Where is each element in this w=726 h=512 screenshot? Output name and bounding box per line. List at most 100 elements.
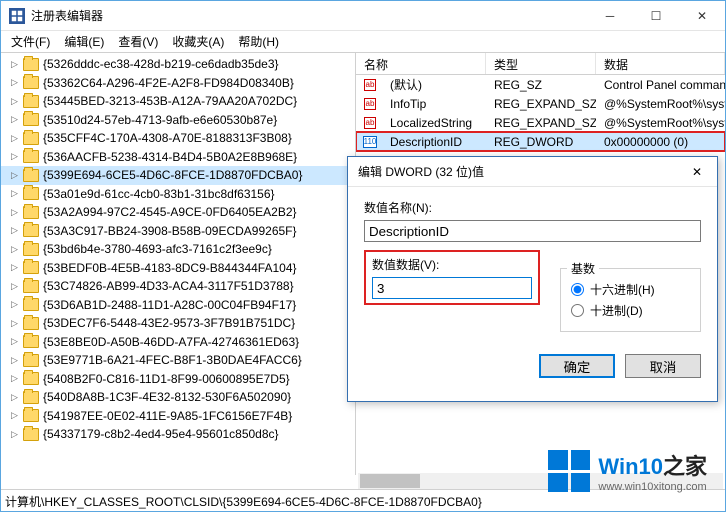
expander-icon[interactable]: ▷: [11, 114, 21, 125]
tree-item[interactable]: ▷ {53A2A994-97C2-4545-A9CE-0FD6405EA2B2}: [1, 203, 355, 222]
list-header: 名称 类型 数据: [356, 53, 725, 75]
expander-icon[interactable]: ▷: [11, 373, 21, 384]
expander-icon[interactable]: ▷: [11, 96, 21, 107]
folder-icon: [23, 169, 39, 182]
value-name: InfoTip: [382, 97, 486, 111]
tree-item[interactable]: ▷ {53E9771B-6A21-4FEC-B8F1-3B0DAE4FACC6}: [1, 351, 355, 370]
tree-item[interactable]: ▷{53510d24-57eb-4713-9afb-e6e60530b87e}: [1, 111, 355, 130]
data-label: 数值数据(V):: [372, 256, 532, 273]
menu-file[interactable]: 文件(F): [5, 31, 56, 52]
list-row[interactable]: ab(默认)REG_SZControl Panel command: [356, 75, 725, 94]
tree-item[interactable]: ▷{53A3C917-BB24-3908-B58B-09ECDA99265F}: [1, 222, 355, 241]
tree-item[interactable]: ▷ {53DEC7F6-5448-43E2-9573-3F7B91B751DC}: [1, 314, 355, 333]
value-type: REG_SZ: [486, 78, 596, 92]
expander-icon[interactable]: ▷: [11, 151, 21, 162]
tree-item[interactable]: ▷{5399E694-6CE5-4D6C-8FCE-1D8870FDCBA0}: [1, 166, 355, 185]
tree-item[interactable]: ▷{536AACFB-5238-4314-B4D4-5B0A2E8B968E}: [1, 148, 355, 167]
expander-icon[interactable]: ▷: [11, 429, 21, 440]
tree-item[interactable]: ▷{53D6AB1D-2488-11D1-A28C-00C04FB94F17}: [1, 296, 355, 315]
folder-icon: [23, 317, 39, 330]
expander-icon[interactable]: ▷: [11, 59, 21, 70]
col-data[interactable]: 数据: [596, 53, 725, 74]
expander-icon[interactable]: ▷: [11, 188, 21, 199]
folder-icon: [23, 95, 39, 108]
titlebar: 注册表编辑器 ─ ☐ ✕: [1, 1, 725, 31]
ok-button[interactable]: 确定: [539, 354, 615, 378]
expander-icon[interactable]: ▷: [11, 244, 21, 255]
expander-icon[interactable]: ▷: [11, 262, 21, 273]
tree-item-label: {541987EE-0E02-411E-9A85-1FC6156E7F4B}: [43, 409, 292, 423]
tree-item[interactable]: ▷{53C74826-AB99-4D33-ACA4-3117F51D3788}: [1, 277, 355, 296]
tree-item-label: {53DEC7F6-5448-43E2-9573-3F7B91B751DC}: [43, 316, 295, 330]
folder-icon: [23, 224, 39, 237]
expander-icon[interactable]: ▷: [11, 207, 21, 218]
dialog-titlebar[interactable]: 编辑 DWORD (32 位)值 ✕: [348, 157, 717, 187]
expander-icon[interactable]: ▷: [11, 299, 21, 310]
tree-item[interactable]: ▷{53a01e9d-61cc-4cb0-83b1-31bc8df63156}: [1, 185, 355, 204]
dialog-title: 编辑 DWORD (32 位)值: [358, 163, 677, 180]
scrollbar-thumb[interactable]: [360, 474, 420, 488]
tree-item-label: {53bd6b4e-3780-4693-afc3-7161c2f3ee9c}: [43, 242, 272, 256]
expander-icon[interactable]: ▷: [11, 77, 21, 88]
expander-icon[interactable]: ▷: [11, 336, 21, 347]
maximize-button[interactable]: ☐: [633, 1, 679, 31]
expander-icon[interactable]: ▷: [11, 410, 21, 421]
tree-item-label: {53E9771B-6A21-4FEC-B8F1-3B0DAE4FACC6}: [43, 353, 302, 367]
value-type: REG_EXPAND_SZ: [486, 97, 596, 111]
tree-item[interactable]: ▷{535CFF4C-170A-4308-A70E-8188313F3B08}: [1, 129, 355, 148]
window-title: 注册表编辑器: [31, 7, 587, 24]
minimize-button[interactable]: ─: [587, 1, 633, 31]
tree-item[interactable]: ▷ {53445BED-3213-453B-A12A-79AA20A702DC}: [1, 92, 355, 111]
value-type-icon: 110: [362, 134, 378, 150]
radio-dec[interactable]: 十进制(D): [571, 302, 690, 319]
value-data: @%SystemRoot%\syster: [596, 97, 725, 111]
tree-item[interactable]: ▷ {541987EE-0E02-411E-9A85-1FC6156E7F4B}: [1, 407, 355, 426]
data-field[interactable]: [372, 277, 532, 299]
expander-icon[interactable]: ▷: [11, 170, 21, 181]
tree-item[interactable]: ▷{5408B2F0-C816-11D1-8F99-00600895E7D5}: [1, 370, 355, 389]
col-type[interactable]: 类型: [486, 53, 596, 74]
radio-hex[interactable]: 十六进制(H): [571, 281, 690, 298]
radio-hex-input[interactable]: [571, 283, 584, 296]
menu-help[interactable]: 帮助(H): [232, 31, 285, 52]
list-row[interactable]: abInfoTipREG_EXPAND_SZ@%SystemRoot%\syst…: [356, 94, 725, 113]
expander-icon[interactable]: ▷: [11, 318, 21, 329]
cancel-button[interactable]: 取消: [625, 354, 701, 378]
expander-icon[interactable]: ▷: [11, 133, 21, 144]
tree-item[interactable]: ▷{53E8BE0D-A50B-46DD-A7FA-42746361ED63}: [1, 333, 355, 352]
tree-item-label: {540D8A8B-1C3F-4E32-8132-530F6A502090}: [43, 390, 291, 404]
expander-icon[interactable]: ▷: [11, 281, 21, 292]
tree-item[interactable]: ▷{53BEDF0B-4E5B-4183-8DC9-B844344FA104}: [1, 259, 355, 278]
menu-edit[interactable]: 编辑(E): [58, 31, 110, 52]
close-button[interactable]: ✕: [679, 1, 725, 31]
dialog-close-button[interactable]: ✕: [677, 157, 717, 187]
expander-icon[interactable]: ▷: [11, 355, 21, 366]
menu-favorites[interactable]: 收藏夹(A): [166, 31, 230, 52]
folder-icon: [23, 132, 39, 145]
expander-icon[interactable]: ▷: [11, 225, 21, 236]
radio-dec-input[interactable]: [571, 304, 584, 317]
tree-item-label: {53A2A994-97C2-4545-A9CE-0FD6405EA2B2}: [43, 205, 297, 219]
tree-item-label: {53445BED-3213-453B-A12A-79AA20A702DC}: [43, 94, 297, 108]
col-name[interactable]: 名称: [356, 53, 486, 74]
menubar: 文件(F) 编辑(E) 查看(V) 收藏夹(A) 帮助(H): [1, 31, 725, 53]
name-label: 数值名称(N):: [364, 199, 701, 216]
folder-icon: [23, 113, 39, 126]
tree-item-label: {54337179-c8b2-4ed4-95e4-95601c850d8c}: [43, 427, 279, 441]
tree-item[interactable]: ▷{53362C64-A296-4F2E-A2F8-FD984D08340B}: [1, 74, 355, 93]
tree-item[interactable]: ▷ {53bd6b4e-3780-4693-afc3-7161c2f3ee9c}: [1, 240, 355, 259]
tree-item[interactable]: ▷ {540D8A8B-1C3F-4E32-8132-530F6A502090}: [1, 388, 355, 407]
value-type-icon: ab: [362, 77, 378, 93]
menu-view[interactable]: 查看(V): [112, 31, 164, 52]
list-row[interactable]: abLocalizedStringREG_EXPAND_SZ@%SystemRo…: [356, 113, 725, 132]
value-data: Control Panel command: [596, 78, 725, 92]
watermark: Win10之家 www.win10xitong.com: [548, 449, 707, 493]
folder-icon: [23, 428, 39, 441]
tree-item[interactable]: ▷ {54337179-c8b2-4ed4-95e4-95601c850d8c}: [1, 425, 355, 444]
edit-dword-dialog: 编辑 DWORD (32 位)值 ✕ 数值名称(N): 数值数据(V): 基数 …: [347, 156, 718, 402]
expander-icon[interactable]: ▷: [11, 392, 21, 403]
name-field[interactable]: [364, 220, 701, 242]
list-row[interactable]: 110DescriptionIDREG_DWORD0x00000000 (0): [356, 132, 725, 151]
tree-item[interactable]: ▷{5326dddc-ec38-428d-b219-ce6dadb35de3}: [1, 55, 355, 74]
registry-tree[interactable]: ▷{5326dddc-ec38-428d-b219-ce6dadb35de3}▷…: [1, 53, 356, 475]
